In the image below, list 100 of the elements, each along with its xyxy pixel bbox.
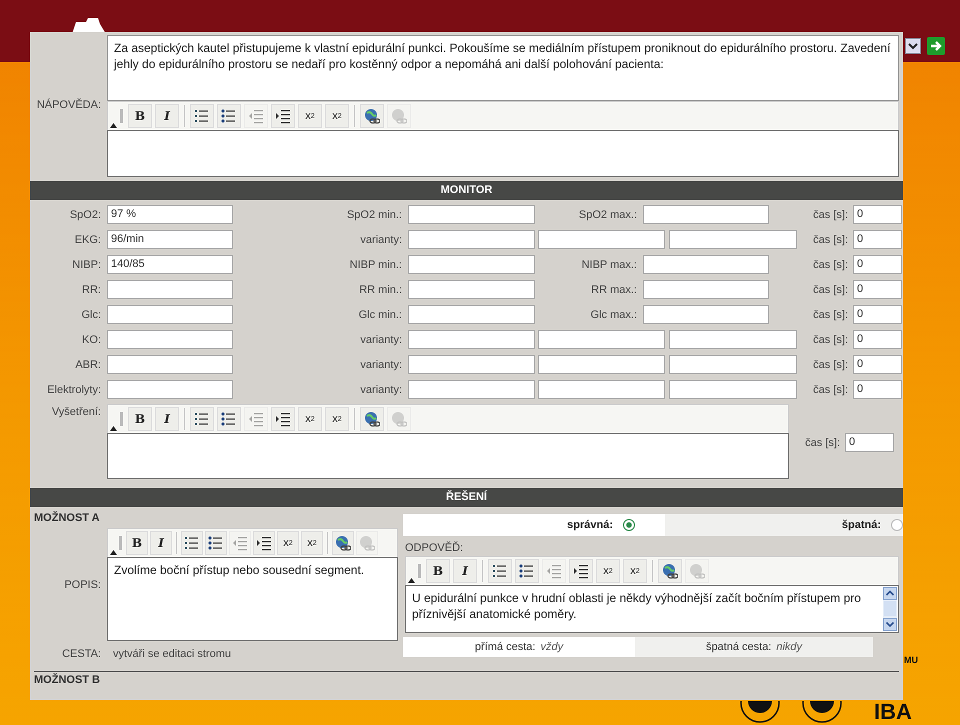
path-value: nikdy: [776, 641, 802, 653]
field-label: EKG:: [74, 234, 102, 246]
input-field[interactable]: 0: [853, 355, 902, 374]
scrollbar: [883, 587, 897, 631]
input-field[interactable]: 0: [845, 433, 894, 452]
input-field[interactable]: [669, 230, 797, 249]
numbered-list-icon: [492, 563, 508, 579]
hint-text-box[interactable]: Za aseptických kautel přistupujeme k vlastní epidurální punkci. Pokoušíme se mediálním přístupem proniknout do epidurálního prostoru. Zavedení jehly do epidurálního prostoru se nedaří pro kostěnný odpor a nepomáhá ani další polohování pacienta:: [107, 35, 899, 101]
input-field[interactable]: [408, 330, 535, 349]
italic-button[interactable]: I: [150, 531, 172, 555]
collapse-icon: [408, 578, 415, 583]
input-field[interactable]: [643, 255, 769, 274]
superscript-button[interactable]: x$^{2}$: [301, 531, 323, 555]
superscript-button[interactable]: x$^{2}$: [623, 559, 647, 583]
input-field[interactable]: 0: [853, 230, 902, 249]
field-label: varianty:: [359, 384, 403, 396]
link-button[interactable]: [332, 531, 354, 555]
input-field[interactable]: [408, 380, 535, 399]
editor-area[interactable]: [107, 130, 899, 177]
indent-icon: [275, 108, 291, 124]
input-field[interactable]: [669, 330, 797, 349]
superscript-button[interactable]: x$^{2}$: [325, 104, 349, 128]
logo-text: IBA: [874, 701, 912, 723]
link-button[interactable]: [360, 407, 384, 431]
input-field[interactable]: [669, 355, 797, 374]
field-label: čas [s]:: [812, 308, 849, 320]
input-field[interactable]: [538, 330, 665, 349]
input-field[interactable]: 0: [853, 205, 902, 224]
outdent-icon: [248, 108, 264, 124]
field-label: čas [s]:: [812, 258, 849, 270]
field-label: Elektrolyty:: [46, 384, 102, 396]
input-field[interactable]: [107, 330, 233, 349]
outdent-icon: [546, 563, 562, 579]
field-label: ABR:: [74, 358, 102, 370]
radio-button[interactable]: [891, 519, 903, 531]
indent-button[interactable]: [253, 531, 275, 555]
globe-link-icon: [364, 108, 380, 124]
grip-icon: [120, 412, 123, 426]
superscript-button[interactable]: x$^{2}$: [325, 407, 349, 431]
input-field[interactable]: [408, 280, 535, 299]
ordered-button[interactable]: [190, 407, 214, 431]
dropdown-icon: [905, 38, 921, 54]
bullets-button[interactable]: [515, 559, 539, 583]
input-field[interactable]: [107, 280, 233, 299]
input-field[interactable]: 140/85: [107, 255, 233, 274]
ordered-button[interactable]: [488, 559, 512, 583]
input-field[interactable]: 97 %: [107, 205, 233, 224]
field-label: čas [s]:: [812, 234, 849, 246]
input-field[interactable]: [408, 205, 535, 224]
verdict-label: správná:: [567, 519, 613, 531]
input-field[interactable]: [643, 280, 769, 299]
input-field[interactable]: [538, 230, 665, 249]
indent-button[interactable]: [271, 104, 295, 128]
input-field[interactable]: [408, 255, 535, 274]
link-button[interactable]: [360, 104, 384, 128]
italic-button[interactable]: I: [155, 407, 179, 431]
bullets-button[interactable]: [217, 407, 241, 431]
bold-button[interactable]: B: [128, 407, 152, 431]
input-field[interactable]: [107, 380, 233, 399]
italic-button[interactable]: I: [453, 559, 477, 583]
input-field[interactable]: [538, 355, 665, 374]
bullet-list-icon: [519, 563, 535, 579]
bold-button[interactable]: B: [128, 104, 152, 128]
indent-button[interactable]: [569, 559, 593, 583]
bold-button[interactable]: B: [126, 531, 148, 555]
italic-button[interactable]: I: [155, 104, 179, 128]
indent-button[interactable]: [271, 407, 295, 431]
bullets-button[interactable]: [205, 531, 227, 555]
input-field[interactable]: 0: [853, 380, 902, 399]
input-field[interactable]: [643, 205, 769, 224]
path-label: špatná cesta:: [706, 641, 772, 653]
editor-area[interactable]: U epidurální punkce v hrudní oblasti je někdy výhodnější začít bočním přístupem pro příznivější anatomické poměry.: [405, 585, 899, 633]
editor-area[interactable]: Zvolíme boční přístup nebo sousední segment.: [107, 557, 398, 641]
field-label: POPIS:: [63, 578, 102, 590]
input-field[interactable]: 0: [853, 280, 902, 299]
ordered-button[interactable]: [181, 531, 203, 555]
input-field[interactable]: [408, 305, 535, 324]
input-field[interactable]: [107, 355, 233, 374]
input-field[interactable]: 0: [853, 255, 902, 274]
bold-button[interactable]: B: [426, 559, 450, 583]
seal-icon: [802, 701, 842, 723]
bullet-list-icon: [221, 108, 237, 124]
path-label: přímá cesta:: [474, 641, 536, 653]
input-field[interactable]: 0: [853, 305, 902, 324]
indent-icon: [573, 563, 589, 579]
input-field[interactable]: [408, 230, 535, 249]
input-field[interactable]: 96/min: [107, 230, 233, 249]
input-field[interactable]: [107, 305, 233, 324]
bullets-button[interactable]: [217, 104, 241, 128]
input-field[interactable]: 0: [853, 330, 902, 349]
numbered-list-icon: [184, 535, 200, 551]
input-field[interactable]: [643, 305, 769, 324]
link-button[interactable]: [658, 559, 682, 583]
input-field[interactable]: [669, 380, 797, 399]
field-label: NIBP max.:: [580, 258, 638, 270]
input-field[interactable]: [408, 355, 535, 374]
ordered-button[interactable]: [190, 104, 214, 128]
radio-button[interactable]: [623, 519, 635, 531]
input-field[interactable]: [538, 380, 665, 399]
editor-area[interactable]: [107, 433, 789, 479]
